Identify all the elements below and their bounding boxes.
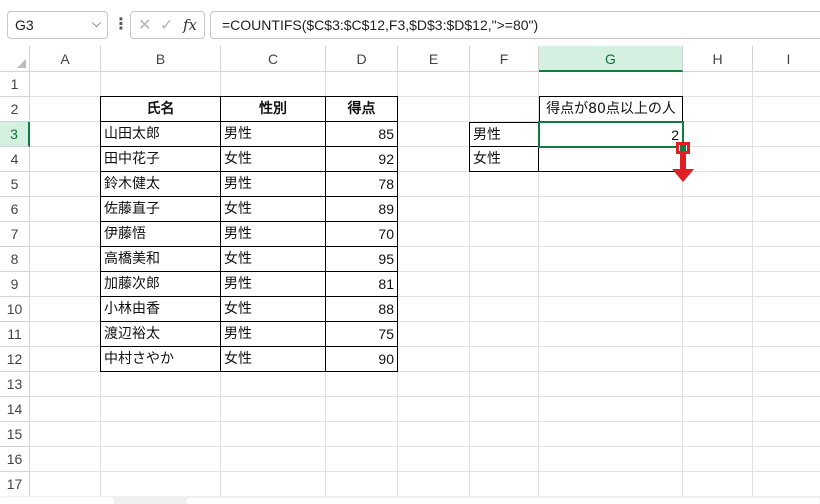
column-header-f[interactable]: F (470, 46, 539, 72)
gender-cell[interactable]: 男性 (221, 222, 326, 247)
column-header-d[interactable]: D (326, 46, 398, 72)
gridline (30, 396, 820, 397)
row-header-14[interactable]: 14 (0, 397, 30, 422)
row-header-5[interactable]: 5 (0, 172, 30, 197)
summary-header-cell[interactable]: 得点が80点以上の人 (539, 96, 683, 122)
row-header-3[interactable]: 3 (0, 122, 30, 147)
column-header-e[interactable]: E (398, 46, 470, 72)
gender-cell[interactable]: 男性 (221, 172, 326, 197)
gender-cell[interactable]: 女性 (221, 347, 326, 372)
name-cell[interactable]: 鈴木健太 (100, 172, 221, 197)
spreadsheet-grid[interactable]: A B C D E F G H I 1 2 3 4 5 6 7 8 9 10 1… (0, 46, 820, 497)
active-cell-selection[interactable] (538, 121, 684, 148)
enter-icon[interactable]: ✓ (160, 15, 173, 34)
annotation-arrow-shaft (680, 154, 686, 170)
gender-cell[interactable]: 女性 (221, 247, 326, 272)
name-box-value: G3 (15, 17, 34, 33)
row-header-9[interactable]: 9 (0, 272, 30, 297)
summary-label-female[interactable]: 女性 (469, 147, 539, 172)
name-box[interactable]: G3 ⌵ (7, 11, 108, 39)
score-cell[interactable]: 85 (326, 122, 398, 147)
formula-bar: G3 ⌵ ⋮ ✕ ✓ fx =COUNTIFS($C$3:$C$12,F3,$D… (0, 0, 820, 46)
chevron-down-icon[interactable]: ⌵ (92, 16, 101, 31)
column-header-g[interactable]: G (539, 46, 683, 72)
formula-actions: ✕ ✓ fx (130, 11, 205, 39)
score-cell[interactable]: 81 (326, 272, 398, 297)
score-cell[interactable]: 89 (326, 197, 398, 222)
column-header-a[interactable]: A (30, 46, 101, 72)
score-cell[interactable]: 75 (326, 322, 398, 347)
row-header-13[interactable]: 13 (0, 372, 30, 397)
cancel-icon[interactable]: ✕ (138, 15, 151, 34)
row-header-10[interactable]: 10 (0, 297, 30, 322)
column-header-c[interactable]: C (221, 46, 326, 72)
name-cell[interactable]: 田中花子 (100, 147, 221, 172)
gridline (30, 421, 820, 422)
select-all-corner[interactable] (0, 46, 30, 72)
score-cell[interactable]: 90 (326, 347, 398, 372)
row-header-16[interactable]: 16 (0, 447, 30, 472)
gridline (30, 446, 820, 447)
gridline (30, 471, 820, 472)
gender-cell[interactable]: 男性 (221, 122, 326, 147)
column-header-h[interactable]: H (683, 46, 753, 72)
select-all-triangle-icon (17, 59, 26, 68)
row-header-7[interactable]: 7 (0, 222, 30, 247)
column-header-b[interactable]: B (101, 46, 221, 72)
name-cell[interactable]: 佐藤直子 (100, 197, 221, 222)
down-arrow-icon (672, 169, 694, 182)
gender-cell[interactable]: 男性 (221, 322, 326, 347)
header-cell-score[interactable]: 得点 (326, 96, 398, 122)
summary-label-male[interactable]: 男性 (469, 122, 539, 147)
gender-cell[interactable]: 女性 (221, 297, 326, 322)
gender-cell[interactable]: 女性 (221, 147, 326, 172)
row-header-11[interactable]: 11 (0, 322, 30, 347)
score-cell[interactable]: 78 (326, 172, 398, 197)
row-header-1[interactable]: 1 (0, 72, 30, 97)
sheet-tab[interactable] (0, 497, 114, 504)
gridline (752, 72, 753, 496)
name-cell[interactable]: 小林由香 (100, 297, 221, 322)
name-cell[interactable]: 山田太郎 (100, 122, 221, 147)
name-cell[interactable]: 伊藤悟 (100, 222, 221, 247)
name-cell[interactable]: 加藤次郎 (100, 272, 221, 297)
formula-input[interactable]: =COUNTIFS($C$3:$C$12,F3,$D$3:$D$12,">=80… (210, 11, 820, 39)
summary-value-female[interactable] (539, 147, 683, 172)
row-header-8[interactable]: 8 (0, 247, 30, 272)
row-header-12[interactable]: 12 (0, 347, 30, 372)
row-header-2[interactable]: 2 (0, 97, 30, 122)
name-cell[interactable]: 渡辺裕太 (100, 322, 221, 347)
row-header-17[interactable]: 17 (0, 472, 30, 497)
name-cell[interactable]: 中村さやか (100, 347, 221, 372)
header-cell-name[interactable]: 氏名 (100, 96, 221, 122)
score-cell[interactable]: 88 (326, 297, 398, 322)
row-header-4[interactable]: 4 (0, 147, 30, 172)
vertical-ellipsis-icon[interactable]: ⋮ (113, 14, 129, 33)
score-cell[interactable]: 92 (326, 147, 398, 172)
score-cell[interactable]: 70 (326, 222, 398, 247)
gender-cell[interactable]: 女性 (221, 197, 326, 222)
sheet-tab-bar (0, 496, 820, 504)
row-header-6[interactable]: 6 (0, 197, 30, 222)
gender-cell[interactable]: 男性 (221, 272, 326, 297)
insert-function-icon[interactable]: fx (183, 16, 197, 34)
name-cell[interactable]: 高橋美和 (100, 247, 221, 272)
formula-text: =COUNTIFS($C$3:$C$12,F3,$D$3:$D$12,">=80… (222, 17, 539, 33)
horizontal-scrollbar[interactable] (186, 498, 820, 504)
annotation-highlight-box (676, 142, 690, 154)
header-cell-gender[interactable]: 性別 (221, 96, 326, 122)
row-header-15[interactable]: 15 (0, 422, 30, 447)
score-cell[interactable]: 95 (326, 247, 398, 272)
column-header-i[interactable]: I (753, 46, 820, 72)
